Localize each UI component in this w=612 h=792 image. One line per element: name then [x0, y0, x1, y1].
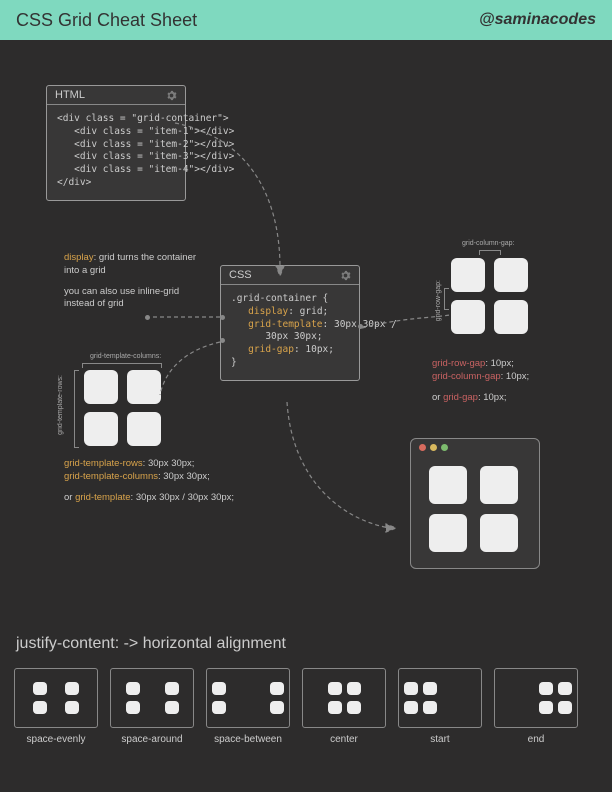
- css-code: .grid-container { display: grid; grid-te…: [221, 285, 359, 380]
- grid-cell: [494, 258, 528, 292]
- grid-cell: [127, 412, 161, 446]
- justify-content-row: space-evenly space-around space-between …: [14, 668, 598, 745]
- header: CSS Grid Cheat Sheet @saminacodes: [0, 0, 612, 40]
- note-grid-gap: grid-row-gap: 10px; grid-column-gap: 10p…: [432, 358, 602, 404]
- gear-icon: [340, 270, 351, 281]
- jc-end: end: [494, 668, 578, 745]
- jc-space-between: space-between: [206, 668, 290, 745]
- grid-cell: [451, 258, 485, 292]
- brace-column-gap: [479, 250, 501, 255]
- grid-cell: [84, 412, 118, 446]
- arrow-css-to-gap: [360, 313, 455, 337]
- connector-dot: [145, 315, 150, 320]
- jc-start: start: [398, 668, 482, 745]
- connector-dot: [358, 324, 363, 329]
- minimize-dot-icon: [430, 444, 437, 451]
- arrow-css-to-template: [155, 340, 225, 400]
- jc-space-evenly: space-evenly: [14, 668, 98, 745]
- html-panel-title: HTML: [55, 89, 85, 101]
- jc-space-around: space-around: [110, 668, 194, 745]
- output-window: [410, 438, 540, 569]
- grid-cell: [429, 514, 467, 552]
- main: HTML <div class = "grid-container"> <div…: [0, 40, 612, 792]
- page-title: CSS Grid Cheat Sheet: [16, 10, 197, 31]
- author-handle: @saminacodes: [479, 11, 596, 29]
- grid-cell: [84, 370, 118, 404]
- label-grid-template-rows: grid-template-rows:: [57, 375, 64, 435]
- connector-dot: [220, 338, 225, 343]
- demo-grid-template: [84, 370, 162, 446]
- window-chrome: [411, 439, 539, 456]
- note-grid-template: grid-template-rows: 30px 30px; grid-temp…: [64, 458, 284, 504]
- arrow-css-to-note-display: [148, 310, 223, 324]
- jc-center: center: [302, 668, 386, 745]
- gear-icon: [166, 90, 177, 101]
- label-grid-template-columns: grid-template-columns:: [90, 353, 161, 360]
- arrow-css-to-output: [282, 400, 402, 540]
- grid-cell: [451, 300, 485, 334]
- css-code-panel: CSS .grid-container { display: grid; gri…: [220, 265, 360, 381]
- justify-content-title: justify-content: -> horizontal alignment: [16, 635, 286, 653]
- brace-row-gap: [444, 288, 449, 310]
- close-dot-icon: [419, 444, 426, 451]
- grid-cell: [480, 514, 518, 552]
- brace-columns: [82, 363, 162, 368]
- html-code: <div class = "grid-container"> <div clas…: [47, 105, 185, 200]
- grid-cell: [480, 466, 518, 504]
- maximize-dot-icon: [441, 444, 448, 451]
- brace-rows: [74, 370, 79, 448]
- grid-cell: [494, 300, 528, 334]
- html-code-panel: HTML <div class = "grid-container"> <div…: [46, 85, 186, 201]
- demo-grid-gap: [451, 258, 529, 334]
- grid-cell: [429, 466, 467, 504]
- label-grid-column-gap: grid-column-gap:: [462, 240, 515, 247]
- arrow-html-to-css: [170, 118, 300, 278]
